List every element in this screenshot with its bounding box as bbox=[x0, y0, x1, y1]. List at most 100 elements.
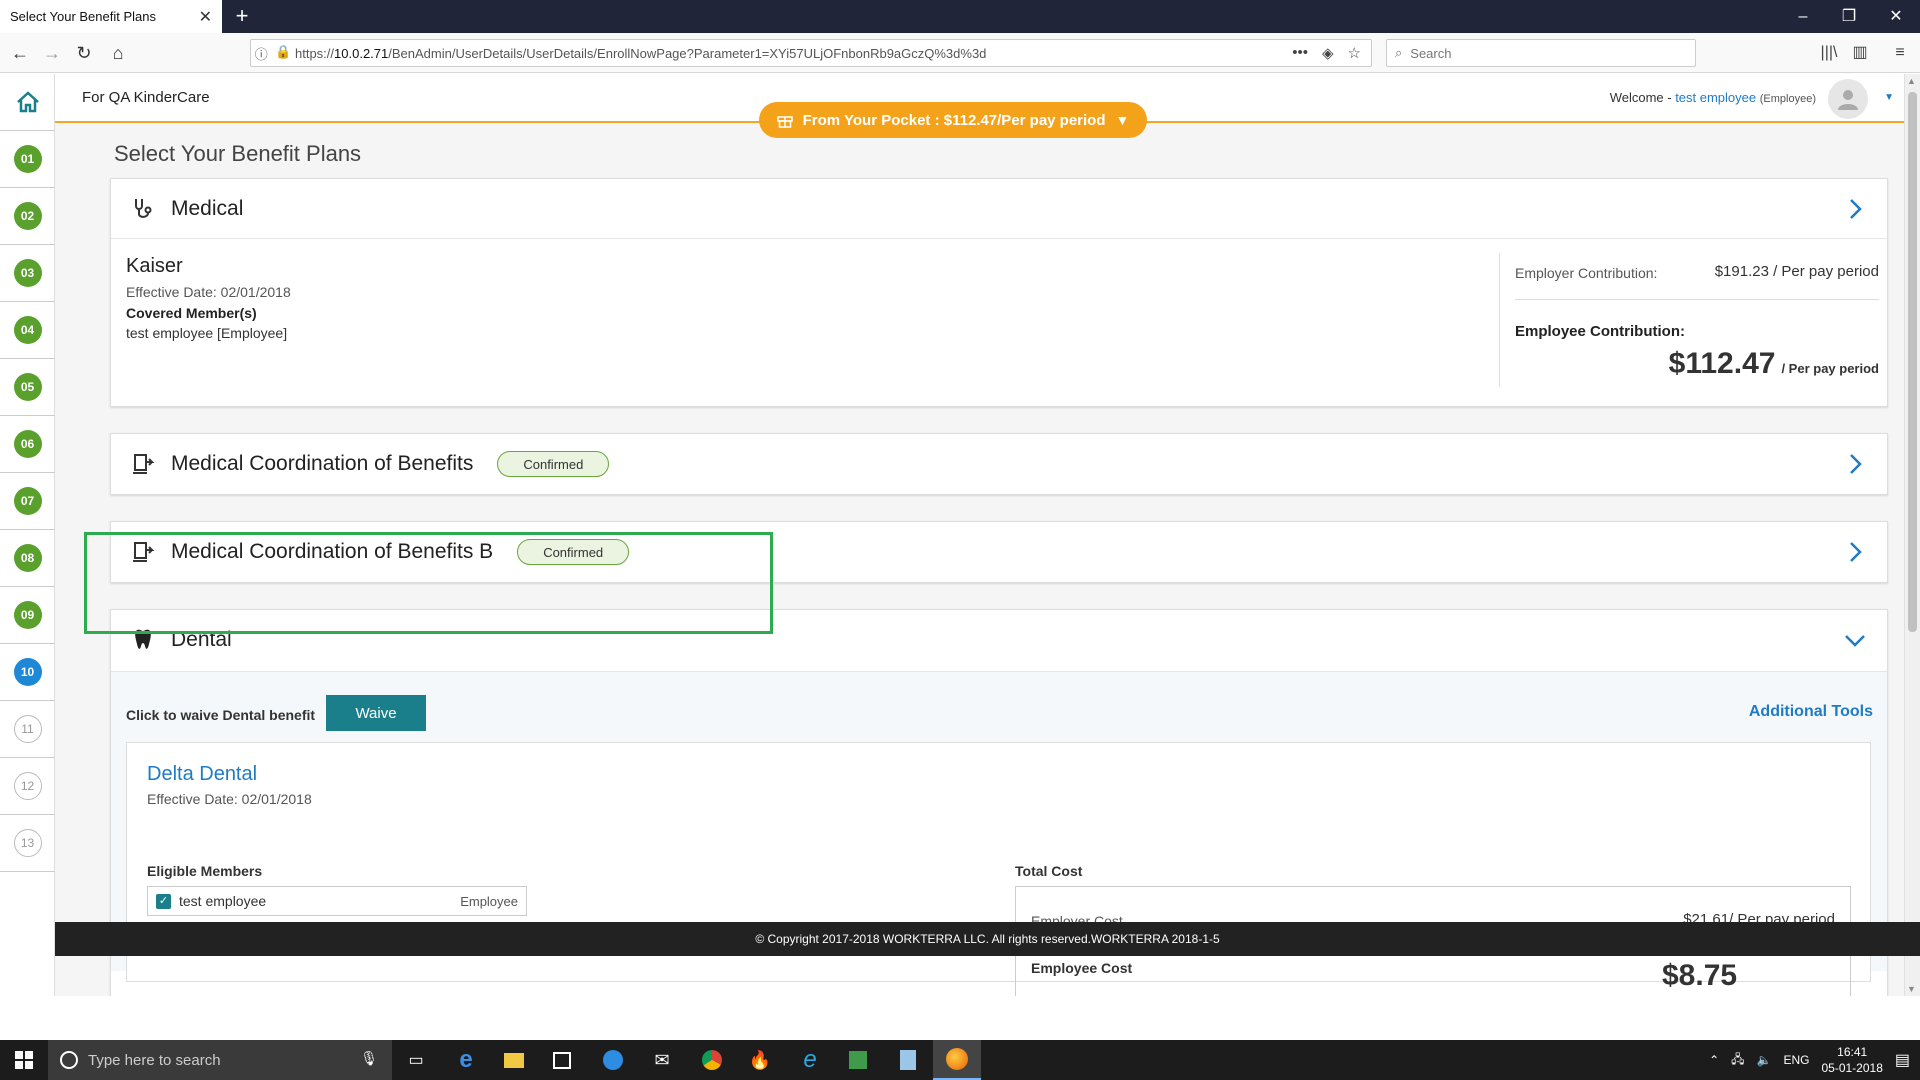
medical-plan-name: Kaiser bbox=[126, 255, 183, 277]
system-tray: ⌃ 🖧 🔈 ENG 16:41 05-01-2018 ▤ bbox=[1709, 1040, 1920, 1080]
mail-icon[interactable]: ✉ bbox=[638, 1040, 686, 1080]
close-tab-icon[interactable]: ✕ bbox=[199, 7, 212, 27]
step-number: 12 bbox=[13, 772, 42, 800]
store-icon[interactable] bbox=[538, 1040, 586, 1080]
medical-title: Medical bbox=[171, 196, 244, 220]
step-number: 06 bbox=[13, 430, 42, 458]
network-icon[interactable]: 🖧 bbox=[1731, 1050, 1744, 1071]
member-name: test employee bbox=[179, 893, 267, 909]
waive-button[interactable]: Waive bbox=[326, 695, 426, 731]
employee-cost-value: $8.75 bbox=[1662, 959, 1738, 992]
step-item[interactable]: 03 bbox=[0, 245, 55, 302]
pocket-icon[interactable]: ◈ bbox=[1322, 44, 1334, 62]
chevron-right-icon[interactable] bbox=[1843, 452, 1867, 476]
covered-members-label: Covered Member(s) bbox=[126, 305, 257, 321]
page-title: Select Your Benefit Plans bbox=[114, 141, 362, 166]
contribution-panel: Employer Contribution: $191.23 / Per pay… bbox=[1499, 253, 1879, 387]
firefox-icon[interactable] bbox=[933, 1040, 981, 1080]
address-bar[interactable]: ⓘ 🔒 https://10.0.2.71/BenAdmin/UserDetai… bbox=[250, 39, 1372, 67]
step-item[interactable]: 06 bbox=[0, 416, 55, 473]
step-item[interactable]: 04 bbox=[0, 302, 55, 359]
home-icon[interactable] bbox=[15, 90, 41, 114]
internet-explorer-icon[interactable]: e bbox=[786, 1040, 834, 1080]
url-text[interactable]: https://10.0.2.71/BenAdmin/UserDetails/U… bbox=[295, 46, 1292, 61]
step-item[interactable]: 10 bbox=[0, 644, 55, 701]
cob-header[interactable]: Medical Coordination of Benefits Confirm… bbox=[111, 434, 1887, 494]
chevron-down-icon[interactable] bbox=[1843, 628, 1867, 652]
task-view-icon[interactable]: ▭ bbox=[392, 1040, 440, 1080]
eligible-member-row[interactable]: ✓ test employee Employee bbox=[147, 886, 527, 916]
home-icon[interactable]: ⌂ bbox=[104, 39, 132, 67]
back-icon[interactable]: ← bbox=[6, 39, 34, 67]
language-indicator[interactable]: ENG bbox=[1783, 1053, 1809, 1067]
step-item[interactable]: 07 bbox=[0, 473, 55, 530]
minimize-icon[interactable]: – bbox=[1780, 0, 1826, 33]
cortana-icon bbox=[60, 1051, 78, 1069]
step-sidebar: 01 02 03 04 05 06 07 08 09 10 11 12 13 bbox=[0, 74, 55, 996]
step-item[interactable]: 12 bbox=[0, 758, 55, 815]
step-item[interactable]: 01 bbox=[0, 131, 55, 188]
file-explorer-icon[interactable] bbox=[490, 1040, 538, 1080]
windows-start-icon[interactable] bbox=[0, 1040, 48, 1080]
employee-contribution-label: Employee Contribution: bbox=[1515, 323, 1685, 340]
user-menu-caret-icon[interactable]: ▼ bbox=[1884, 92, 1894, 103]
step-item[interactable]: 09 bbox=[0, 587, 55, 644]
page: 01 02 03 04 05 06 07 08 09 10 11 12 13 For QA Kinder… bbox=[0, 74, 1920, 996]
employer-contribution-label: Employer Contribution: bbox=[1515, 265, 1658, 281]
new-tab-icon[interactable]: + bbox=[230, 4, 254, 28]
reload-icon[interactable]: ↻ bbox=[70, 39, 98, 67]
medical-header[interactable]: Medical bbox=[111, 179, 1887, 239]
footer-copyright: © Copyright 2017-2018 WORKTERRA LLC. All… bbox=[55, 922, 1920, 956]
step-item[interactable]: 08 bbox=[0, 530, 55, 587]
medical-card: Medical Kaiser Effective Date: 02/01/201… bbox=[110, 178, 1888, 407]
library-icon[interactable]: |||\ bbox=[1815, 39, 1843, 67]
restore-icon[interactable]: ❐ bbox=[1826, 0, 1872, 33]
home-step[interactable] bbox=[0, 74, 55, 131]
tray-chevron-icon[interactable]: ⌃ bbox=[1709, 1053, 1719, 1067]
employee-contribution-amount: $112.47 bbox=[1668, 347, 1776, 380]
step-item[interactable]: 02 bbox=[0, 188, 55, 245]
chevron-right-icon[interactable] bbox=[1843, 197, 1867, 221]
chevron-right-icon[interactable] bbox=[1843, 540, 1867, 564]
site-info-icon[interactable]: ⓘ 🔒 bbox=[251, 44, 295, 63]
step-number: 09 bbox=[13, 601, 42, 629]
browser-nav-bar: ← → ↻ ⌂ ⓘ 🔒 https://10.0.2.71/BenAdmin/U… bbox=[0, 33, 1920, 73]
notepad-icon[interactable] bbox=[884, 1040, 932, 1080]
scrollbar-thumb[interactable] bbox=[1908, 92, 1917, 632]
menu-icon[interactable]: ≡ bbox=[1886, 39, 1914, 67]
taskbar-search-input[interactable]: Type here to search 🎙 bbox=[48, 1040, 392, 1080]
browser-tab[interactable]: Select Your Benefit Plans ✕ bbox=[0, 0, 222, 33]
dental-plan-name[interactable]: Delta Dental bbox=[147, 763, 257, 786]
microphone-icon[interactable]: 🎙 bbox=[360, 1050, 378, 1067]
browser-search-input[interactable]: ⌕ Search bbox=[1386, 39, 1696, 67]
step-item[interactable]: 05 bbox=[0, 359, 55, 416]
dental-effective-date: Effective Date: 02/01/2018 bbox=[147, 791, 312, 807]
additional-tools-link[interactable]: Additional Tools bbox=[1749, 703, 1873, 721]
volume-icon[interactable]: 🔈 bbox=[1757, 1053, 1772, 1067]
waive-label: Click to waive Dental benefit bbox=[126, 707, 316, 723]
bookmark-star-icon[interactable]: ☆ bbox=[1348, 44, 1361, 62]
sidebar-icon[interactable]: ▥ bbox=[1846, 39, 1874, 67]
employer-contribution-value: $191.23 / Per pay period bbox=[1714, 263, 1879, 280]
step-item[interactable]: 11 bbox=[0, 701, 55, 758]
clock[interactable]: 16:41 05-01-2018 bbox=[1821, 1044, 1882, 1076]
window-close-icon[interactable]: ✕ bbox=[1873, 0, 1919, 33]
app-blue-icon[interactable] bbox=[589, 1040, 637, 1080]
edge-icon[interactable]: e bbox=[442, 1040, 490, 1080]
search-icon: ⌕ bbox=[1395, 45, 1403, 60]
checkbox-checked-icon[interactable]: ✓ bbox=[156, 893, 171, 909]
user-name[interactable]: test employee bbox=[1675, 90, 1756, 105]
page-scrollbar[interactable]: ▲ ▼ bbox=[1904, 74, 1920, 996]
browser-tab-bar: Select Your Benefit Plans ✕ + – ❐ ✕ bbox=[0, 0, 1920, 33]
firefox-developer-icon[interactable]: 🔥 bbox=[736, 1040, 784, 1080]
scroll-up-icon[interactable]: ▲ bbox=[1907, 76, 1916, 86]
forward-icon[interactable]: → bbox=[38, 39, 66, 67]
member-role: Employee bbox=[460, 893, 518, 909]
notifications-icon[interactable]: ▤ bbox=[1895, 1050, 1910, 1070]
avatar[interactable] bbox=[1828, 79, 1868, 119]
page-actions-icon[interactable]: ••• bbox=[1292, 44, 1308, 62]
step-item[interactable]: 13 bbox=[0, 815, 55, 872]
spreadsheet-icon[interactable] bbox=[834, 1040, 882, 1080]
chrome-icon[interactable] bbox=[688, 1040, 736, 1080]
scroll-down-icon[interactable]: ▼ bbox=[1907, 984, 1916, 994]
